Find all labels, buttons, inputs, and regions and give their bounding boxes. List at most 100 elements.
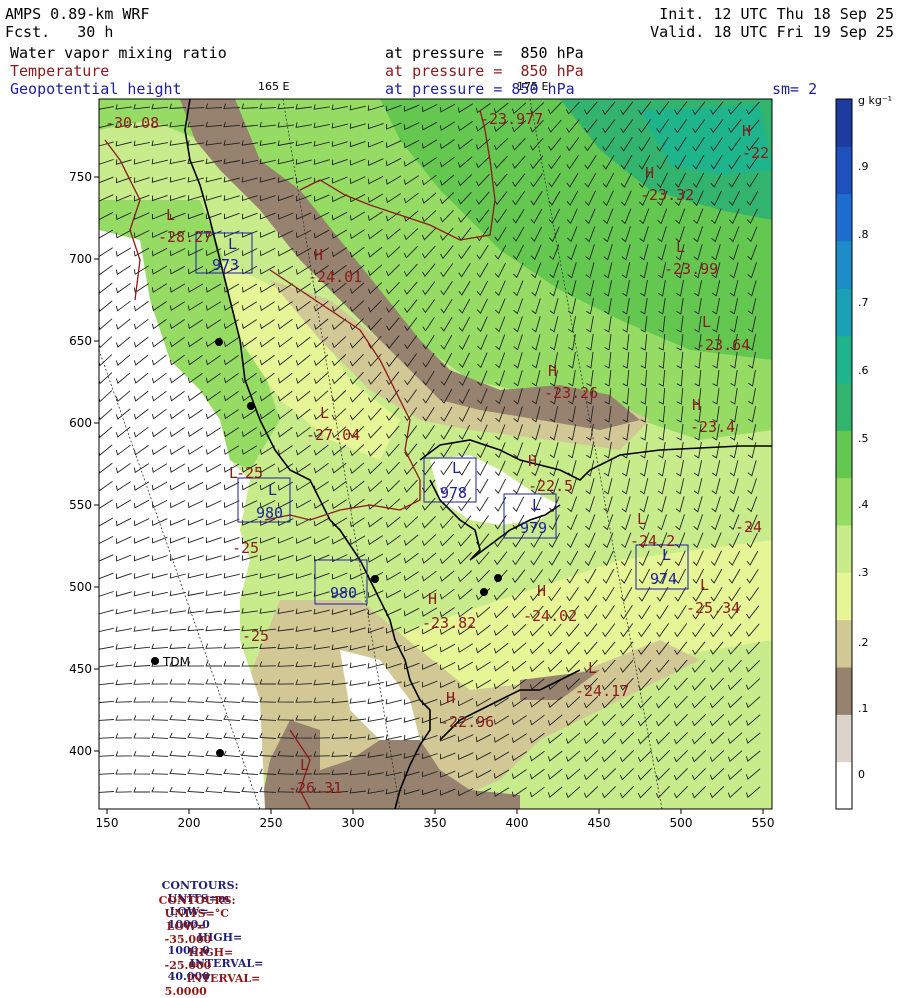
temp-label-letter: L [702,313,711,331]
smoothing-label: sm= 2 [772,80,818,98]
height-label-value: 973 [212,256,239,274]
colorbar-segment [836,335,852,384]
height-label-value: 980 [330,584,357,602]
temp-label-value: -23.977 [480,110,543,128]
height-label-letter: L [228,235,237,253]
station-dot [215,338,223,346]
height-label-value: 979 [520,519,547,537]
temp-label-letter: L [588,659,597,677]
temp-label-letter: L [320,404,329,422]
height-label-letter: L [268,481,277,499]
temp-label-value: -24.02 [523,607,577,625]
footer-2-low-key: LOW= [166,920,206,933]
temp-label-letter: L [676,238,685,256]
forecast-map: 150 200 250 300 350 400 450 500 550 750 … [69,80,853,830]
y-tick-label: 400 [69,744,92,758]
x-tick-label: 550 [752,816,775,830]
temp-label-value: -26.31 [288,779,342,797]
footer-2-interval: 5.0000 [164,985,207,998]
y-tick-label: 550 [69,498,92,512]
colorbar-label-8: .8 [858,228,869,241]
colorbar-segment [836,146,852,195]
colorbar-segment [836,714,852,763]
temp-label-letter: H [428,590,437,608]
temp-label-value: -27.04 [306,426,360,444]
temp-label-letter: L [166,206,175,224]
temp-label-value: -30.08 [105,114,159,132]
x-tick-label: 350 [424,816,447,830]
x-tick-label: 250 [260,816,283,830]
temp-label-value: -24.01 [308,268,362,286]
height-label-value: 978 [440,484,467,502]
temp-label-letter: H [742,122,751,140]
temp-label-letter: H [548,362,557,380]
footer-2-interval-key: INTERVAL= [186,972,261,985]
station-dot [247,402,255,410]
temp-label-letter: H [528,452,537,470]
field-pressure-geopotential: at pressure = 850 hPa [385,80,575,98]
colorbar-label-7: .7 [858,296,869,309]
colorbar-label-3: .3 [858,566,869,579]
y-tick-label: 600 [69,416,92,430]
temp-label-value: -25 [242,627,269,645]
longitude-label-165e: 165 E [258,80,289,93]
colorbar [836,99,852,810]
colorbar-segment [836,430,852,479]
station-dot-tdm [151,657,159,665]
temp-label-value: -25 [236,464,263,482]
colorbar-segment [836,761,852,810]
temp-label-value: -22.5 [528,477,573,495]
x-tick-label: 150 [96,816,119,830]
colorbar-label-5: .5 [858,432,869,445]
colorbar-segment [836,288,852,337]
field-pressure-mixing-ratio: at pressure = 850 hPa [385,44,584,62]
footer-2-high: -25.000 [164,959,212,972]
temp-label-letter: H [692,396,701,414]
x-tick-label: 300 [342,816,365,830]
footer-2-high-key: HIGH= [188,946,234,959]
field-name-temperature: Temperature [10,62,110,80]
temp-label-value: -23.26 [544,384,598,402]
station-dot [480,588,488,596]
field-name-geopotential: Geopotential height [10,80,182,98]
field-name-mixing-ratio: Water vapor mixing ratio [10,44,227,62]
temp-label-value: -22.96 [440,713,494,731]
temp-label-letter: H [645,164,654,182]
colorbar-label-4: .4 [858,498,869,511]
x-tick-label: 450 [588,816,611,830]
temp-label-letter: L [637,510,646,528]
temp-label-letter: L [300,756,309,774]
colorbar-segment [836,619,852,668]
temp-label-value: -28.27 [158,228,212,246]
temp-label-value: -24 [735,518,762,536]
x-tick-label: 400 [506,816,529,830]
height-label-letter: L [532,496,541,514]
temp-label-value: -24.17 [575,682,629,700]
y-tick-label: 450 [69,662,92,676]
footer-2-low: -35.000 [164,933,212,946]
x-axis-labels: 150 200 250 300 350 400 450 500 550 [96,816,775,830]
height-label-value: 980 [256,504,283,522]
temp-label-letter: H [537,582,546,600]
y-tick-label: 700 [69,252,92,266]
x-tick-label: 500 [670,816,693,830]
temp-label-letter: H [314,246,323,264]
station-dot [216,749,224,757]
colorbar-label-0: 0 [858,768,865,781]
colorbar-segment [836,241,852,289]
colorbar-unit: g kg⁻¹ [858,94,893,107]
y-tick-label: 750 [69,170,92,184]
temp-label-value: -25.34 [686,599,740,617]
footer-2-units: UNITS=°C [164,907,230,920]
colorbar-label-1: .1 [858,702,869,715]
colorbar-label-2: .2 [858,636,869,649]
y-tick-label: 650 [69,334,92,348]
valid-time: Valid. 18 UTC Fri 19 Sep 25 [650,23,894,41]
temp-label-value: -23.64 [696,336,750,354]
temp-label-value: -25 [232,539,259,557]
height-label-letter: L [662,546,671,564]
colorbar-label-9: .9 [858,160,869,173]
colorbar-segment [836,572,852,621]
colorbar-label-6: .6 [858,364,869,377]
forecast-hour: Fcst. 30 h [5,23,114,41]
